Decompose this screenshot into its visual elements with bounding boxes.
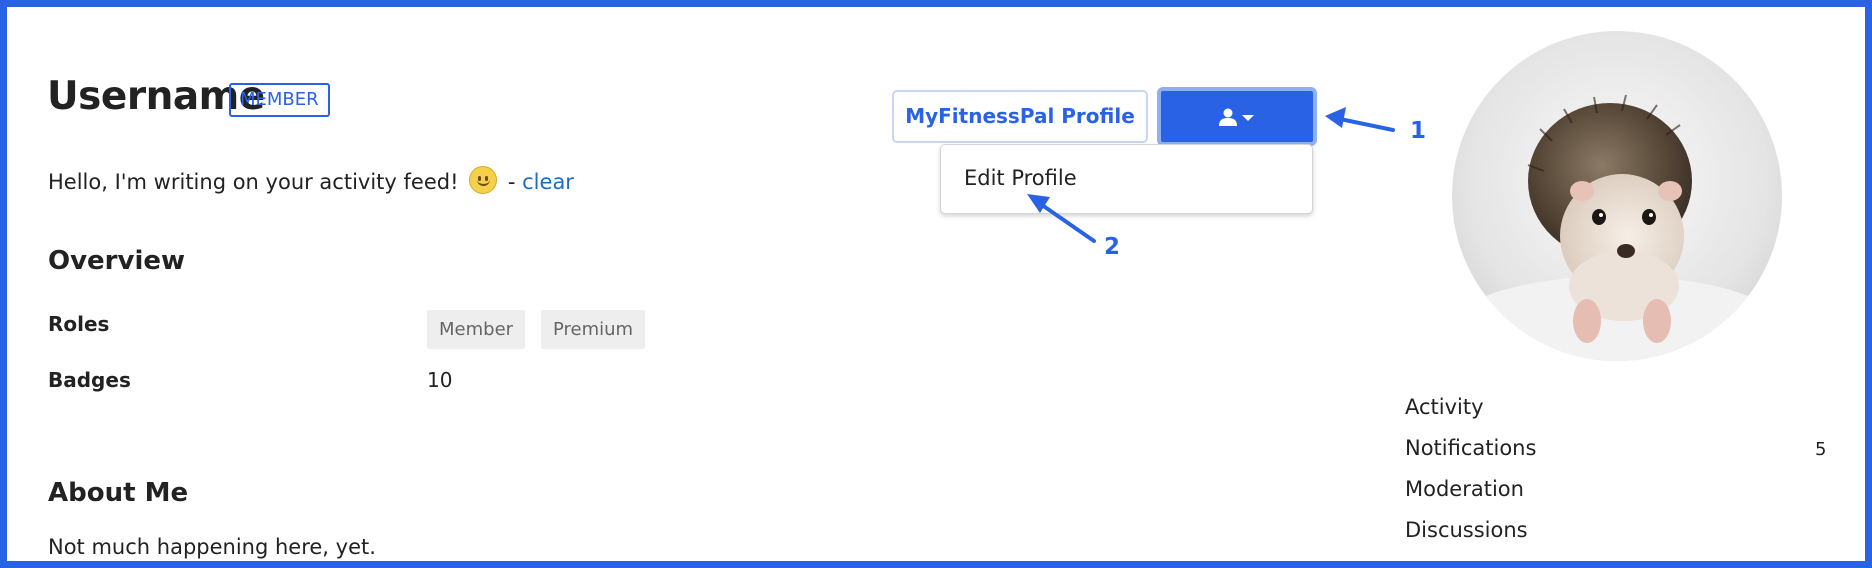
- annotation-marker-1: 1: [1410, 118, 1427, 144]
- profile-avatar[interactable]: [1452, 31, 1782, 361]
- annotation-arrow-2: [1027, 194, 1096, 243]
- sidebar-item-activity[interactable]: Activity: [1405, 395, 1484, 419]
- annotation-marker-2: 2: [1104, 234, 1121, 260]
- notifications-count: 5: [1815, 439, 1827, 460]
- sidebar-item-discussions[interactable]: Discussions: [1405, 518, 1528, 542]
- sidebar-item-notifications[interactable]: Notifications: [1405, 436, 1536, 460]
- hedgehog-avatar-image: [1452, 31, 1782, 361]
- sidebar-item-moderation[interactable]: Moderation: [1405, 477, 1524, 501]
- annotation-arrow-1: [1325, 107, 1395, 132]
